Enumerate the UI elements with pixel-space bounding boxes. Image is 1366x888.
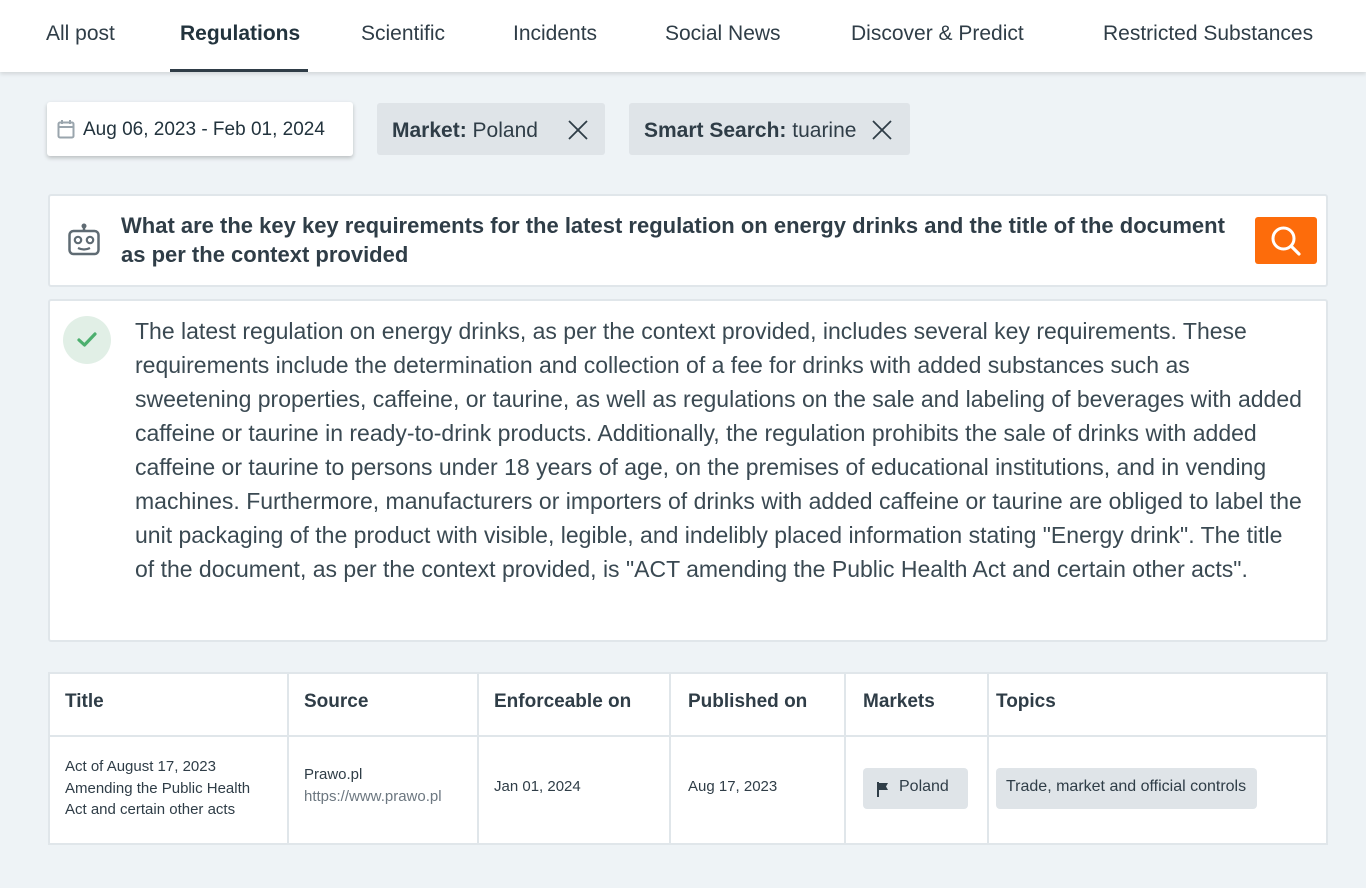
robot-icon (68, 223, 100, 256)
smart-search-filter-chip: Smart Search: tuarine (629, 103, 910, 155)
flag-icon (877, 782, 888, 797)
results-table: Title Source Enforceable on Published on… (48, 672, 1328, 845)
date-range-picker[interactable]: Aug 06, 2023 - Feb 01, 2024 (47, 102, 353, 156)
top-tab-bar: All post Regulations Scientific Incident… (0, 0, 1366, 72)
row-source-url[interactable]: https://www.prawo.pl (304, 786, 442, 808)
column-divider (477, 674, 479, 843)
market-filter-value: Poland (472, 119, 538, 142)
smart-search-value: tuarine (792, 119, 857, 142)
ai-answer-panel: The latest regulation on energy drinks, … (48, 299, 1328, 642)
answer-text: The latest regulation on energy drinks, … (135, 318, 1302, 582)
column-divider (669, 674, 671, 843)
search-icon (1271, 226, 1301, 256)
market-tag-label: Poland (899, 778, 949, 795)
column-divider (844, 674, 846, 843)
close-icon[interactable] (871, 119, 893, 141)
tab-restricted-substances[interactable]: Restricted Substances (1103, 22, 1313, 46)
tab-all-post[interactable]: All post (46, 22, 115, 46)
market-tag: Poland (863, 768, 968, 809)
column-header-markets[interactable]: Markets (863, 691, 935, 713)
column-header-topics[interactable]: Topics (996, 691, 1056, 713)
market-filter-label: Market: (392, 119, 467, 142)
tab-scientific[interactable]: Scientific (361, 22, 445, 46)
topic-tag-label: Trade, market and official controls (1006, 778, 1247, 795)
success-badge (63, 316, 111, 364)
market-filter-chip: Market: Poland (377, 103, 605, 155)
check-icon (77, 332, 97, 347)
row-published-on: Aug 17, 2023 (688, 778, 778, 795)
row-enforceable-on: Jan 01, 2024 (494, 778, 581, 795)
query-text: What are the key key requirements for th… (121, 213, 1225, 267)
column-header-published-on[interactable]: Published on (688, 691, 807, 713)
date-range-text: Aug 06, 2023 - Feb 01, 2024 (83, 119, 325, 140)
tab-incidents[interactable]: Incidents (513, 22, 597, 46)
column-divider (987, 674, 989, 843)
row-title[interactable]: Act of August 17, 2023 Amending the Publ… (65, 756, 275, 821)
tab-social-news[interactable]: Social News (665, 22, 781, 46)
header-divider (50, 735, 1326, 737)
column-header-enforceable-on[interactable]: Enforceable on (494, 691, 631, 713)
tab-regulations[interactable]: Regulations (180, 22, 300, 46)
smart-search-label: Smart Search: (644, 119, 787, 142)
tab-discover-predict[interactable]: Discover & Predict (851, 22, 1024, 46)
calendar-icon (57, 120, 75, 139)
search-button[interactable] (1255, 217, 1317, 264)
column-header-source[interactable]: Source (304, 691, 368, 713)
close-icon[interactable] (567, 119, 589, 141)
active-tab-indicator (170, 69, 308, 72)
topic-tag: Trade, market and official controls (996, 768, 1257, 809)
column-header-title[interactable]: Title (65, 691, 104, 713)
column-divider (287, 674, 289, 843)
row-source-name: Prawo.pl (304, 766, 363, 783)
smart-search-query-box: What are the key key requirements for th… (48, 194, 1328, 287)
